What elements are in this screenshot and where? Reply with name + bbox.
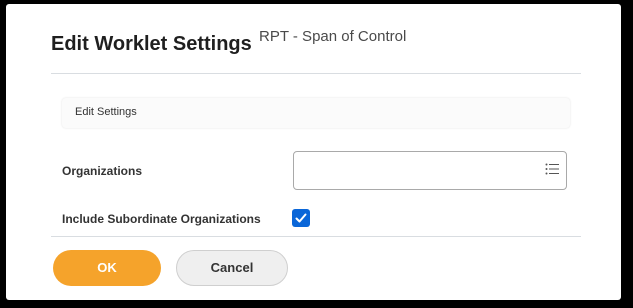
organizations-label: Organizations: [62, 164, 143, 178]
include-subordinates-label: Include Subordinate Organizations: [62, 212, 261, 226]
ok-button[interactable]: OK: [53, 250, 161, 286]
list-prompt-icon[interactable]: [545, 162, 559, 176]
include-subordinates-checkbox[interactable]: [292, 209, 310, 227]
section-label: Edit Settings: [75, 106, 137, 118]
edit-settings-section: Edit Settings: [62, 98, 570, 128]
organizations-input[interactable]: [293, 151, 567, 190]
cancel-button[interactable]: Cancel: [176, 250, 288, 286]
dialog-subtitle: RPT - Span of Control: [259, 28, 407, 45]
checkmark-icon: [295, 213, 307, 223]
dialog-title: Edit Worklet Settings: [51, 33, 252, 55]
footer-divider: [51, 236, 581, 237]
edit-worklet-dialog: Edit Worklet Settings RPT - Span of Cont…: [6, 4, 621, 300]
header-divider: [51, 73, 581, 74]
